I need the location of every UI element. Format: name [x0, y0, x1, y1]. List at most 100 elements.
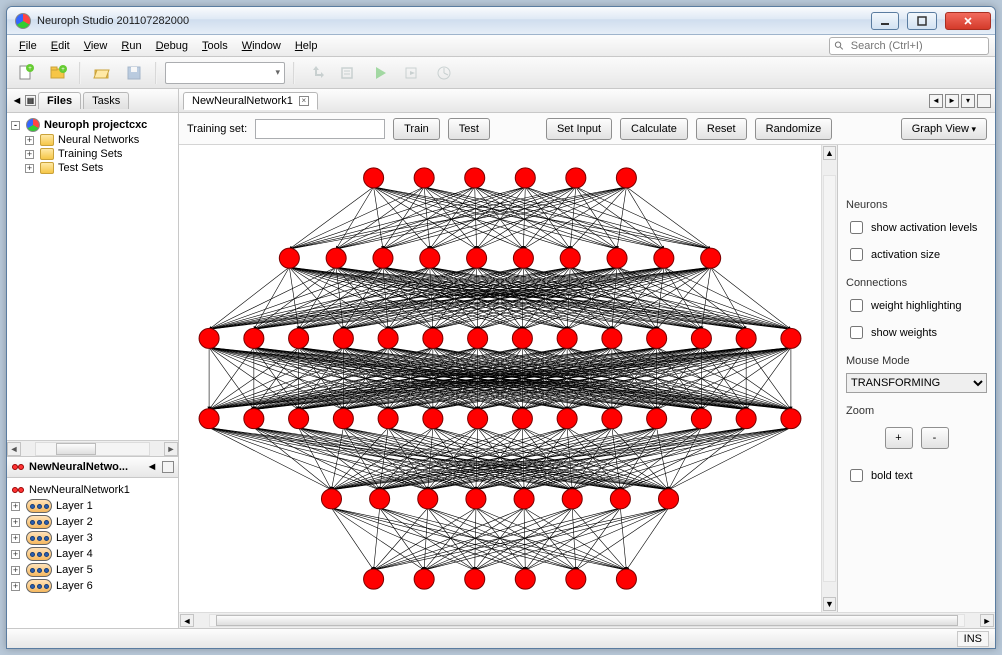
- scroll-track[interactable]: [209, 614, 965, 627]
- menu-run[interactable]: Run: [115, 38, 147, 54]
- menu-help[interactable]: Help: [289, 38, 324, 54]
- expand-icon[interactable]: +: [25, 150, 34, 159]
- checkbox[interactable]: [850, 248, 863, 261]
- chevron-left-icon[interactable]: ◄: [146, 461, 158, 473]
- document-tab[interactable]: NewNeuralNetwork1 ×: [183, 92, 318, 110]
- config-combo[interactable]: [165, 62, 285, 84]
- zoom-in-button[interactable]: +: [885, 427, 913, 449]
- tree-root[interactable]: - Neuroph projectcxc: [9, 117, 176, 133]
- show-weights-checkbox[interactable]: show weights: [846, 322, 987, 343]
- weight-highlighting-checkbox[interactable]: weight highlighting: [846, 295, 987, 316]
- checkbox[interactable]: [850, 221, 863, 234]
- dropdown-icon[interactable]: ▦: [25, 95, 36, 106]
- debug-button[interactable]: [399, 60, 425, 86]
- scroll-track[interactable]: [35, 442, 150, 456]
- navigator-layer[interactable]: + Layer 4: [9, 546, 176, 562]
- chevron-left-icon[interactable]: ◄: [11, 95, 23, 107]
- tree-item-test-sets[interactable]: +Test Sets: [23, 161, 176, 175]
- network-canvas[interactable]: [179, 145, 821, 612]
- calculate-button[interactable]: Calculate: [620, 118, 688, 140]
- project-tree[interactable]: - Neuroph projectcxc +Neural Networks +T…: [7, 113, 178, 440]
- collapse-icon[interactable]: -: [11, 121, 20, 130]
- menu-debug[interactable]: Debug: [150, 38, 194, 54]
- expand-icon[interactable]: +: [11, 518, 20, 527]
- scroll-up-icon[interactable]: ▲: [823, 146, 836, 160]
- navigator-header[interactable]: NewNeuralNetwo... ◄: [7, 456, 178, 478]
- zoom-out-button[interactable]: -: [921, 427, 949, 449]
- train-button[interactable]: Train: [393, 118, 440, 140]
- open-button[interactable]: [89, 60, 115, 86]
- network-graph: [179, 145, 821, 612]
- tab-files[interactable]: Files: [38, 92, 81, 109]
- training-set-input[interactable]: [255, 119, 385, 139]
- scroll-right-icon[interactable]: ►: [980, 614, 994, 627]
- scroll-right-icon[interactable]: ►: [164, 442, 178, 456]
- titlebar[interactable]: Neuroph Studio 201107282000: [7, 7, 995, 35]
- window-close-button[interactable]: [945, 12, 991, 30]
- graph-view-dropdown[interactable]: Graph View: [901, 118, 987, 140]
- tab-tasks[interactable]: Tasks: [83, 92, 129, 109]
- layer-label: Layer 4: [56, 548, 93, 560]
- test-button[interactable]: Test: [448, 118, 490, 140]
- panel-options-icon[interactable]: [162, 461, 174, 473]
- build-button[interactable]: [303, 60, 329, 86]
- mouse-mode-select[interactable]: TRANSFORMING: [846, 373, 987, 393]
- set-input-button[interactable]: Set Input: [546, 118, 612, 140]
- scroll-down-icon[interactable]: ▼: [823, 597, 836, 611]
- navigator-layer[interactable]: +Layer 3: [9, 530, 176, 546]
- canvas-vscroll[interactable]: ▲ ▼: [821, 145, 837, 612]
- checkbox-label: show weights: [871, 327, 937, 339]
- randomize-button[interactable]: Randomize: [755, 118, 833, 140]
- navigator-layer[interactable]: +Layer 1: [9, 498, 176, 514]
- bold-text-checkbox[interactable]: bold text: [846, 465, 987, 486]
- expand-icon[interactable]: +: [11, 502, 20, 511]
- save-all-button[interactable]: [121, 60, 147, 86]
- navigator-network[interactable]: NewNeuralNetwork1: [9, 482, 176, 498]
- scroll-track[interactable]: [823, 175, 836, 582]
- scroll-tabs-left-icon[interactable]: ◄: [929, 94, 943, 108]
- scroll-thumb[interactable]: [56, 443, 96, 455]
- new-project-button[interactable]: +: [45, 60, 71, 86]
- clean-build-button[interactable]: [335, 60, 361, 86]
- expand-icon[interactable]: +: [11, 534, 20, 543]
- menu-tools[interactable]: Tools: [196, 38, 234, 54]
- scroll-left-icon[interactable]: ◄: [7, 442, 21, 456]
- new-file-button[interactable]: +: [13, 60, 39, 86]
- expand-icon[interactable]: +: [11, 582, 20, 591]
- close-tab-icon[interactable]: ×: [299, 96, 309, 106]
- tab-list-icon[interactable]: ▾: [961, 94, 975, 108]
- scroll-left-icon[interactable]: ◄: [180, 614, 194, 627]
- quick-search-input[interactable]: [849, 39, 984, 53]
- reset-button[interactable]: Reset: [696, 118, 747, 140]
- expand-icon[interactable]: +: [25, 136, 34, 145]
- tree-item-training-sets[interactable]: +Training Sets: [23, 147, 176, 161]
- navigator-layer[interactable]: +Layer 6: [9, 578, 176, 594]
- expand-icon[interactable]: +: [11, 566, 20, 575]
- checkbox[interactable]: [850, 326, 863, 339]
- navigator-layer[interactable]: +Layer 2: [9, 514, 176, 530]
- checkbox[interactable]: [850, 469, 863, 482]
- expand-icon[interactable]: +: [11, 550, 20, 559]
- navigator-layer[interactable]: +Layer 5: [9, 562, 176, 578]
- quick-search[interactable]: [829, 37, 989, 55]
- profile-button[interactable]: [431, 60, 457, 86]
- menu-file[interactable]: File: [13, 38, 43, 54]
- menu-window[interactable]: Window: [236, 38, 287, 54]
- activation-size-checkbox[interactable]: activation size: [846, 244, 987, 265]
- navigator-tree[interactable]: NewNeuralNetwork1 +Layer 1+Layer 2+Layer…: [7, 478, 178, 628]
- show-activation-checkbox[interactable]: show activation levels: [846, 217, 987, 238]
- run-button[interactable]: [367, 60, 393, 86]
- window-maximize-button[interactable]: [907, 12, 937, 30]
- scroll-tabs-right-icon[interactable]: ►: [945, 94, 959, 108]
- scroll-thumb[interactable]: [216, 615, 958, 626]
- tree-item-neural-networks[interactable]: +Neural Networks: [23, 133, 176, 147]
- menu-edit[interactable]: Edit: [45, 38, 76, 54]
- menubar: File Edit View Run Debug Tools Window He…: [7, 35, 995, 57]
- canvas-hscroll[interactable]: ◄ ►: [179, 612, 995, 628]
- window-minimize-button[interactable]: [871, 12, 899, 30]
- menu-view[interactable]: View: [78, 38, 114, 54]
- tree-hscroll[interactable]: ◄ ►: [7, 440, 178, 456]
- maximize-editor-icon[interactable]: [977, 94, 991, 108]
- expand-icon[interactable]: +: [25, 164, 34, 173]
- checkbox[interactable]: [850, 299, 863, 312]
